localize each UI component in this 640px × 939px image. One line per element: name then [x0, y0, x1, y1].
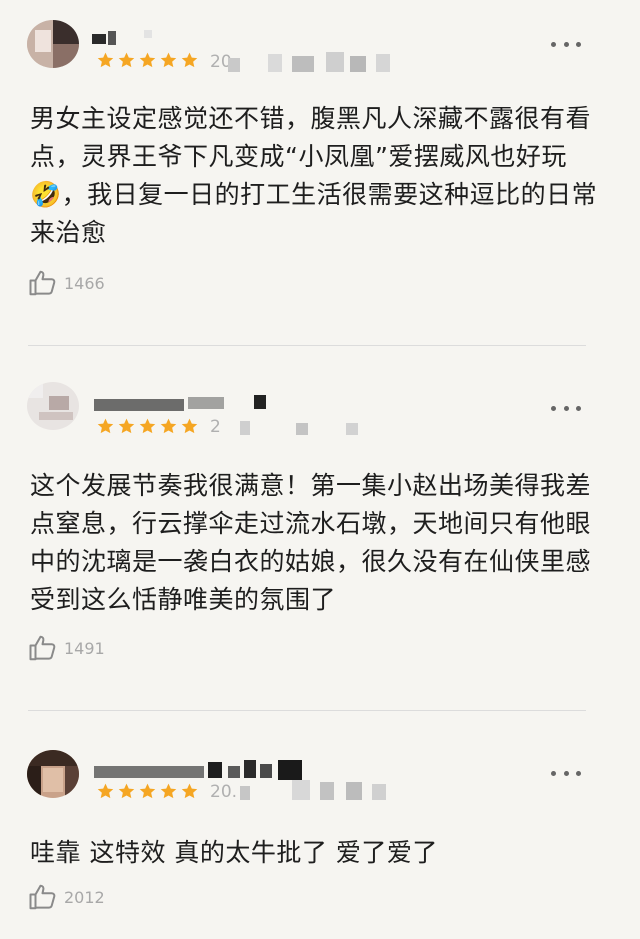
more-options-button[interactable]: [551, 768, 581, 778]
blurred-text: [268, 54, 282, 72]
blurred-text: [240, 786, 250, 800]
blurred-text: [326, 52, 344, 72]
review-text: 男女主设定感觉还不错，腹黑凡人深藏不露很有看点，灵界王爷下凡变成“小凤凰”爱摆威…: [30, 104, 598, 247]
username[interactable]: [92, 393, 292, 413]
review-text: 这个发展节奏我很满意！第一集小赵出场美得我差点窒息，行云撑伞走过流水石墩，天地间…: [30, 471, 592, 614]
blurred-text: [228, 58, 240, 72]
more-options-button[interactable]: [551, 403, 581, 413]
avatar[interactable]: [27, 750, 79, 798]
star-icon: [118, 52, 135, 68]
star-icon: [181, 783, 198, 799]
star-icon: [160, 783, 177, 799]
avatar[interactable]: [27, 20, 79, 68]
star-rating: [96, 417, 199, 437]
more-options-button[interactable]: [551, 39, 581, 49]
star-icon: [139, 52, 156, 68]
star-icon: [97, 783, 114, 799]
thumbs-up-icon: [29, 884, 56, 910]
blurred-text: [292, 56, 314, 72]
star-icon: [97, 52, 114, 68]
blurred-text: [240, 421, 250, 435]
username[interactable]: [92, 28, 222, 48]
blurred-text: [292, 780, 310, 800]
star-icon: [181, 52, 198, 68]
blurred-text: [346, 423, 358, 435]
thumbs-up-icon: [29, 635, 56, 661]
like-button[interactable]: 1491: [28, 633, 105, 663]
review-card: 20. 哇靠 这特效 真的太牛批了 爱了爱了 2012: [0, 710, 640, 939]
like-button[interactable]: 2012: [28, 882, 105, 912]
thumbs-up-icon: [29, 270, 56, 296]
star-rating: [96, 51, 199, 71]
review-card: 2 这个发展节奏我很满意！第一集小赵出场美得我差点窒息，行云撑伞走过流水石墩，天…: [0, 345, 640, 710]
like-count: 1466: [64, 273, 105, 293]
star-icon: [160, 52, 177, 68]
star-icon: [139, 783, 156, 799]
star-icon: [139, 418, 156, 434]
star-icon: [118, 783, 135, 799]
star-icon: [118, 418, 135, 434]
review-date: 20.: [210, 782, 238, 802]
blurred-text: [296, 423, 308, 435]
star-rating: [96, 782, 199, 802]
review-text: 哇靠 这特效 真的太牛批了 爱了爱了: [30, 838, 438, 867]
blurred-text: [350, 56, 366, 72]
star-icon: [181, 418, 198, 434]
like-count: 2012: [64, 887, 105, 907]
star-icon: [97, 418, 114, 434]
blurred-text: [346, 782, 362, 800]
like-button[interactable]: 1466: [28, 268, 105, 298]
star-icon: [160, 418, 177, 434]
avatar[interactable]: [27, 382, 79, 430]
username[interactable]: [92, 760, 312, 780]
review-card: 20 男女主设定感觉还不错，腹黑凡人深藏不露很有看点，灵界王爷下凡变成“小凤凰”…: [0, 0, 640, 345]
review-date: 2: [210, 417, 221, 437]
blurred-text: [372, 784, 386, 800]
like-count: 1491: [64, 638, 105, 658]
blurred-text: [320, 782, 334, 800]
blurred-text: [376, 54, 390, 72]
